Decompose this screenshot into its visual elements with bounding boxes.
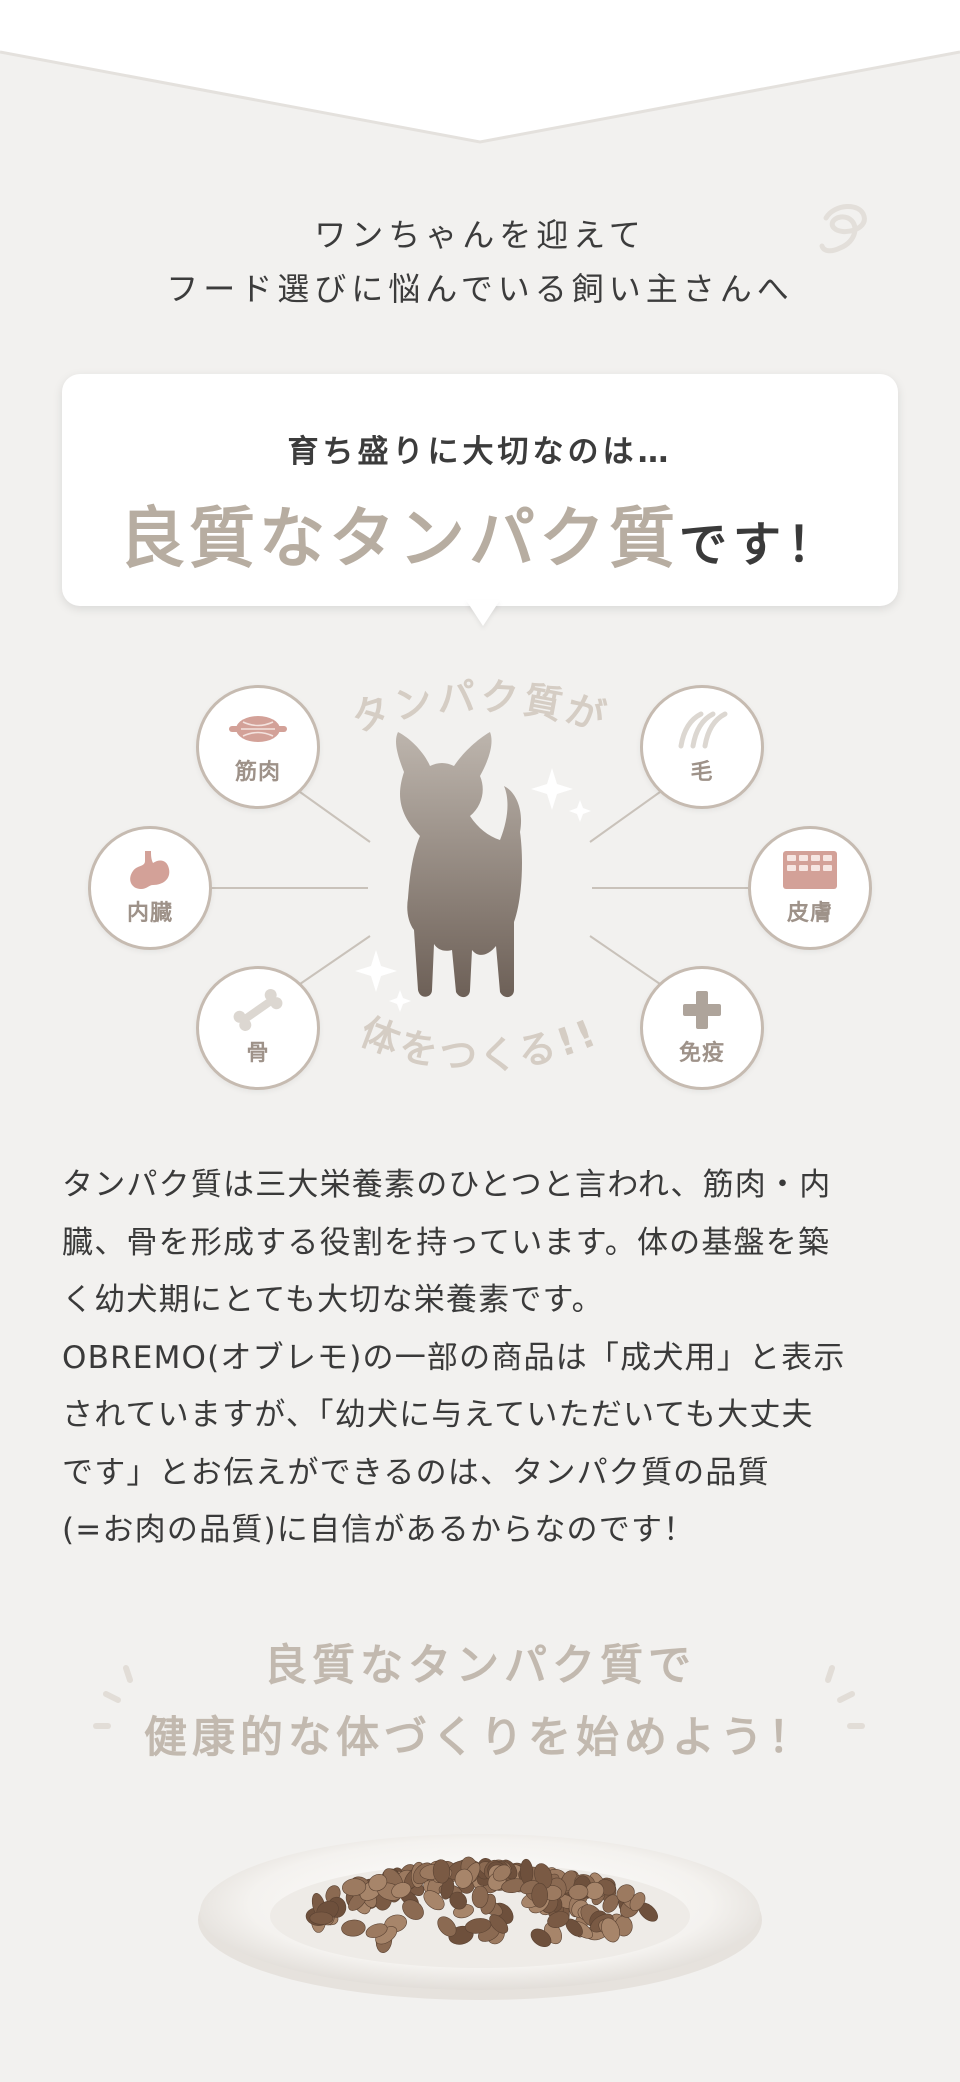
closing-line-2: 健康的な体づくりを始めよう！ xyxy=(144,1713,816,1763)
node-muscle: 筋肉 xyxy=(196,685,320,809)
puppy-silhouette-icon xyxy=(396,732,522,998)
body-paragraph: タンパク質は三大栄養素のひとつと言われ、筋肉・内 臓、骨を形成する役割を持ってい… xyxy=(62,1157,902,1560)
body-line-2: 臓、骨を形成する役割を持っています。体の基盤を築 xyxy=(62,1224,831,1261)
protein-body-diagram: タンパク質が 体をつくる!! 筋肉 毛 内臓 皮膚 骨 免疫 xyxy=(0,660,960,1120)
node-immunity: 免疫 xyxy=(640,966,764,1090)
node-label-hair: 毛 xyxy=(690,760,714,785)
stomach-icon xyxy=(130,851,170,889)
node-bone: 骨 xyxy=(196,966,320,1090)
node-label-skin: 皮膚 xyxy=(786,901,833,926)
body-line-7: (=お肉の品質)に自信があるからなのです！ xyxy=(62,1512,696,1548)
body-line-6: です」とお伝えができるのは、タンパク質の品質 xyxy=(62,1454,770,1491)
closing-heading: 良質なタンパク質で 健康的な体づくりを始めよう！ xyxy=(0,1630,960,1774)
arc-text-bottom: 体をつくる!! xyxy=(355,1010,606,1079)
node-label-immunity: 免疫 xyxy=(678,1041,725,1066)
body-line-4: OBREMO(オブレモ)の一部の商品は「成犬用」と表示 xyxy=(62,1339,846,1376)
headline-highlight: 良質なタンパク質 xyxy=(118,500,679,577)
bubble-subheading: 育ち盛りに大切なのは… xyxy=(287,434,673,470)
swirl-decoration-icon xyxy=(819,204,867,254)
arc-text-top: タンパク質が xyxy=(346,674,614,740)
node-hair: 毛 xyxy=(640,685,764,809)
headline-speech-bubble: 育ち盛りに大切なのは… 良質なタンパク質です！ xyxy=(62,374,898,606)
node-organs: 内臓 xyxy=(88,826,212,950)
kibble-piece xyxy=(309,1911,334,1925)
bubble-headline: 良質なタンパク質です！ xyxy=(62,485,898,581)
headline-tail: です！ xyxy=(678,517,841,573)
bubble-tail xyxy=(466,600,500,626)
body-line-5: されていますが、「幼犬に与えていただいても大丈夫 xyxy=(62,1397,814,1433)
node-skin: 皮膚 xyxy=(748,826,872,950)
top-chevron-divider xyxy=(0,0,960,144)
body-line-3: く幼犬期にとても大切な栄養素です。 xyxy=(62,1282,604,1318)
muscle-icon xyxy=(229,716,287,742)
cross-icon xyxy=(683,991,721,1029)
dog-food-plate-image xyxy=(198,1834,762,2000)
node-label-bone: 骨 xyxy=(246,1041,270,1066)
node-label-organs: 内臓 xyxy=(126,901,173,926)
hair-icon xyxy=(678,711,728,749)
intro-line-2: フード選びに悩んでいる飼い主さんへ xyxy=(166,270,794,308)
bone-icon xyxy=(233,989,283,1031)
skin-icon xyxy=(783,851,837,889)
closing-line-1: 良質なタンパク質で xyxy=(264,1641,696,1691)
node-label-muscle: 筋肉 xyxy=(234,760,281,785)
body-line-1: タンパク質は三大栄養素のひとつと言われ、筋肉・内 xyxy=(62,1167,832,1203)
kibble-piece xyxy=(531,1882,549,1908)
